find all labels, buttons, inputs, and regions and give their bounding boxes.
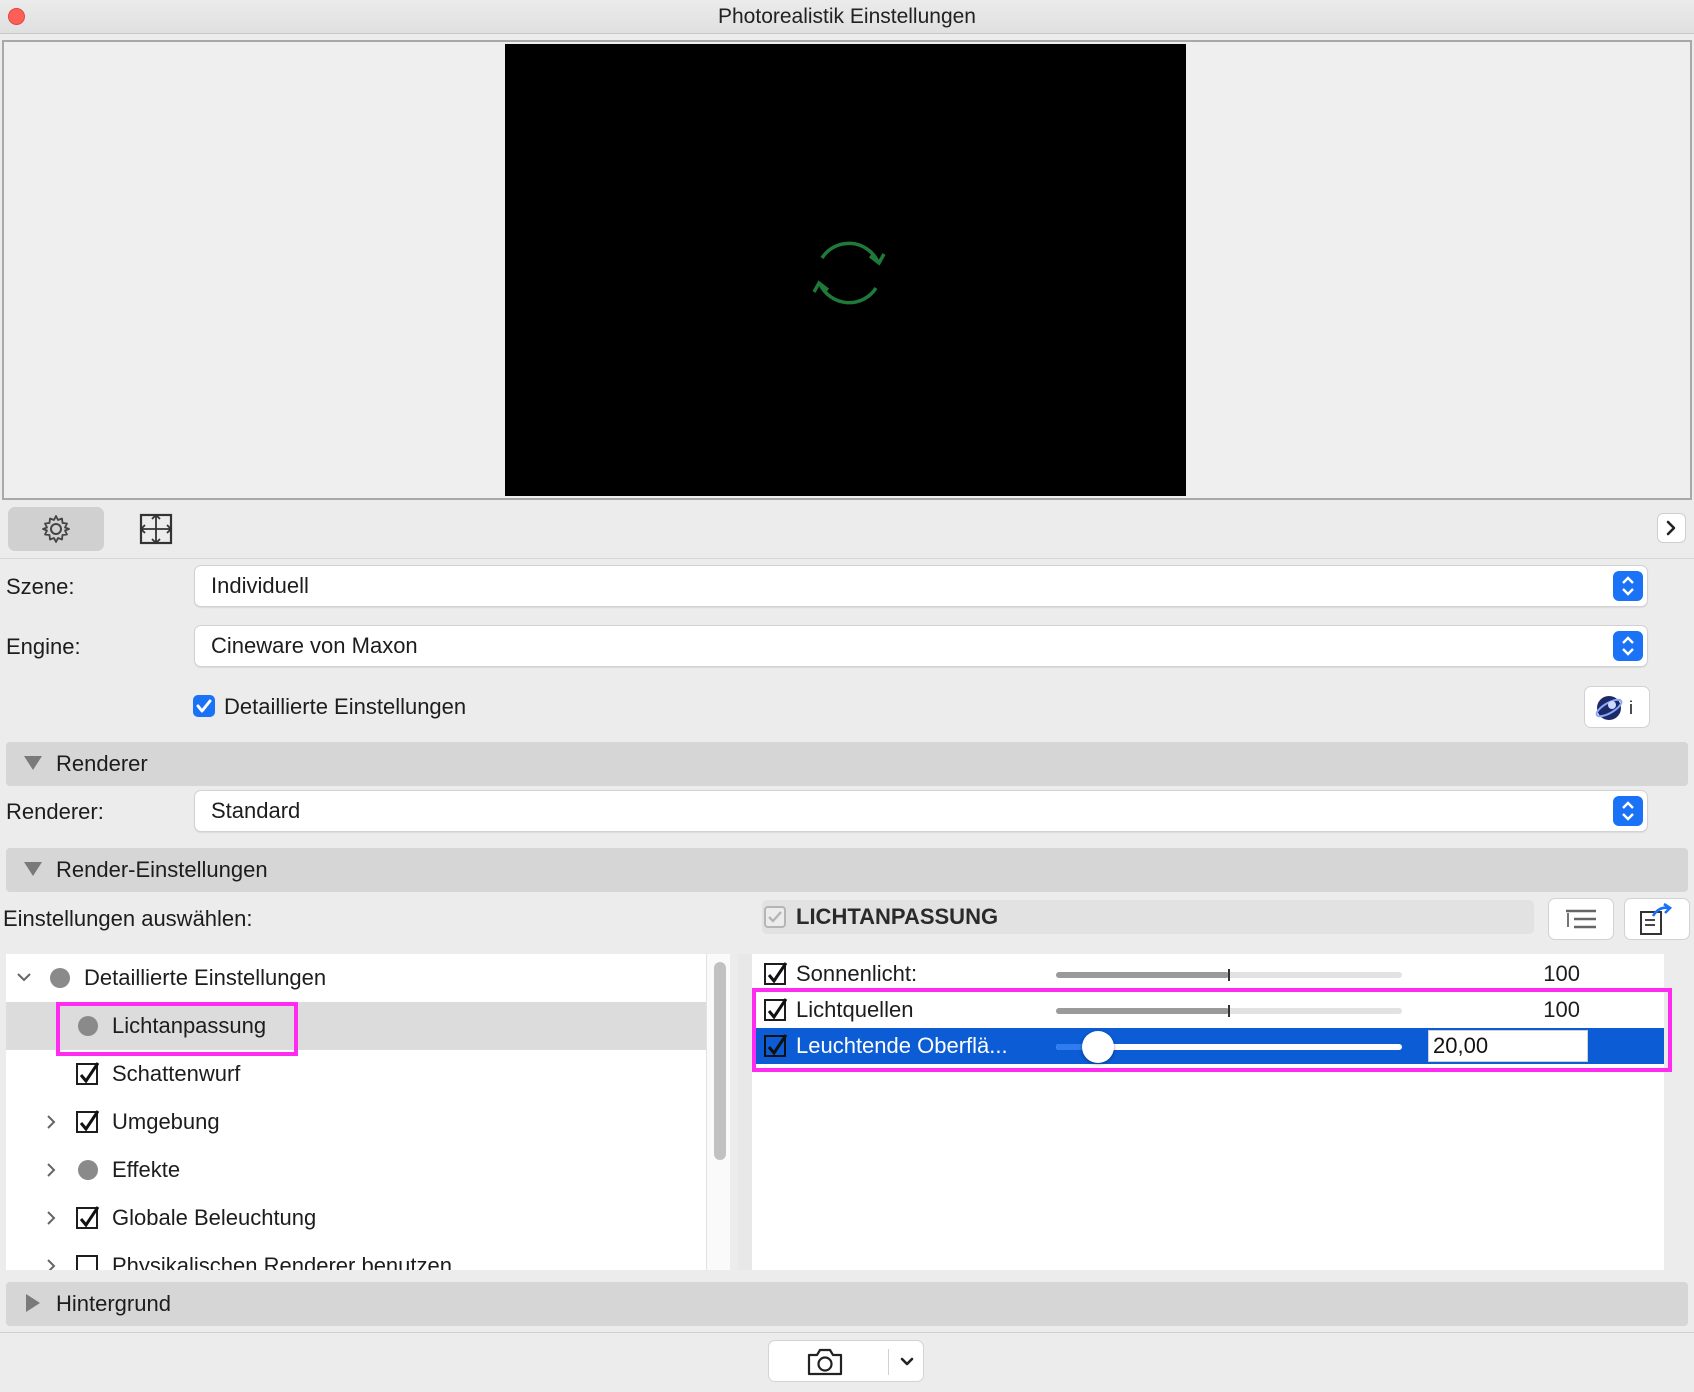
stepper-icon [1613,631,1643,661]
chevron-right-icon [1666,520,1676,536]
property-label: Sonnenlicht: [796,961,918,986]
highlight-box-tree [56,1002,298,1056]
window-title: Photorealistik Einstellungen [718,5,976,28]
tree-item[interactable]: Effekte [6,1146,706,1194]
stepper-icon [1613,571,1643,601]
background-section-title: Hintergrund [56,1291,171,1316]
tree-item-checkbox[interactable] [76,1062,100,1085]
expand-panel-button[interactable] [1657,513,1686,543]
engine-select[interactable]: Cineware von Maxon [194,625,1648,667]
scene-value: Individuell [211,573,309,598]
tree-item[interactable]: Globale Beleuchtung [6,1194,706,1242]
renderer-section-header[interactable]: Renderer [6,742,1688,786]
mixed-state-indicator[interactable] [78,1160,98,1180]
panel-enabled-checkbox[interactable] [764,906,786,928]
tree-item-label: Physikalischen Renderer benutzen [112,1253,452,1270]
renderer-section-title: Renderer [56,751,148,776]
panel-title-bar: LICHTANPASSUNG [762,900,1534,934]
export-settings-button[interactable] [1624,898,1690,940]
disclosure-right-icon [26,1294,40,1312]
camera-icon [807,1348,843,1376]
background-section-header[interactable]: Hintergrund [6,1282,1688,1326]
stepper-icon [1613,796,1643,826]
scene-select[interactable]: Individuell [194,565,1648,607]
renderer-label: Renderer: [6,799,104,824]
tree-item-checkbox[interactable] [76,1110,100,1133]
checkmark-icon [768,911,782,923]
tree-item[interactable]: Detaillierte Einstellungen [6,954,706,1002]
frame-icon[interactable] [136,511,176,547]
tree-item-label: Detaillierte Einstellungen [84,965,327,990]
detailed-settings-checkbox[interactable] [193,695,215,717]
checkmark-icon [767,962,788,984]
renderer-value: Standard [211,798,301,823]
checkmark-icon [196,699,212,713]
engine-label: Engine: [6,634,81,659]
disclosure-down-icon [24,756,42,770]
button-divider [888,1349,889,1375]
renderer-select[interactable]: Standard [194,790,1648,832]
tree-item-checkbox[interactable] [76,1255,98,1270]
render-canvas [505,44,1186,496]
tree-item-checkbox[interactable] [76,1206,100,1229]
panel-title: LICHTANPASSUNG [796,904,999,929]
info-label: i [1629,698,1633,718]
tree-item[interactable]: Physikalischen Renderer benutzen [6,1242,706,1270]
cineware-info-button[interactable]: i [1584,686,1650,728]
settings-tab-button[interactable] [8,507,104,551]
property-value: 100 [1543,961,1580,986]
checkmark-icon [79,1206,100,1228]
property-list-gutter [738,954,752,1270]
chevron-right-icon[interactable] [44,1242,58,1270]
disclosure-down-icon [24,862,42,876]
list-view-icon [1566,909,1596,929]
bottom-divider [0,1332,1694,1333]
tree-item[interactable]: Umgebung [6,1098,706,1146]
property-slider[interactable] [1056,969,1402,981]
engine-value: Cineware von Maxon [211,633,418,658]
refresh-icon[interactable] [808,232,890,314]
slider-fill [1056,972,1229,978]
gear-icon [42,515,70,543]
select-settings-label: Einstellungen auswählen: [3,906,253,931]
mixed-state-indicator[interactable] [50,968,70,988]
toolbar-divider [0,558,1694,559]
checkmark-icon [79,1110,100,1132]
export-icon [1640,902,1673,935]
slider-tick [1228,969,1230,981]
render-camera-button[interactable] [768,1340,924,1382]
checkmark-icon [79,1062,100,1084]
tree-item-label: Umgebung [112,1109,220,1134]
tree-item-label: Schattenwurf [112,1061,241,1086]
list-view-button[interactable] [1548,898,1614,940]
tree-item[interactable]: Schattenwurf [6,1050,706,1098]
property-checkbox[interactable] [764,962,788,985]
tree-item-label: Globale Beleuchtung [112,1205,317,1230]
property-row[interactable]: Sonnenlicht: 100 [752,956,1664,992]
chevron-down-icon[interactable] [897,1352,917,1372]
cineware-info-icon [1595,696,1623,720]
tree-scrollbar-thumb[interactable] [714,962,726,1160]
render-settings-section-title: Render-Einstellungen [56,857,268,882]
render-settings-section-header[interactable]: Render-Einstellungen [6,848,1688,892]
highlight-box-properties [752,988,1672,1072]
detailed-settings-label: Detaillierte Einstellungen [224,694,467,719]
scene-label: Szene: [6,574,75,599]
tree-item-label: Effekte [112,1157,181,1182]
